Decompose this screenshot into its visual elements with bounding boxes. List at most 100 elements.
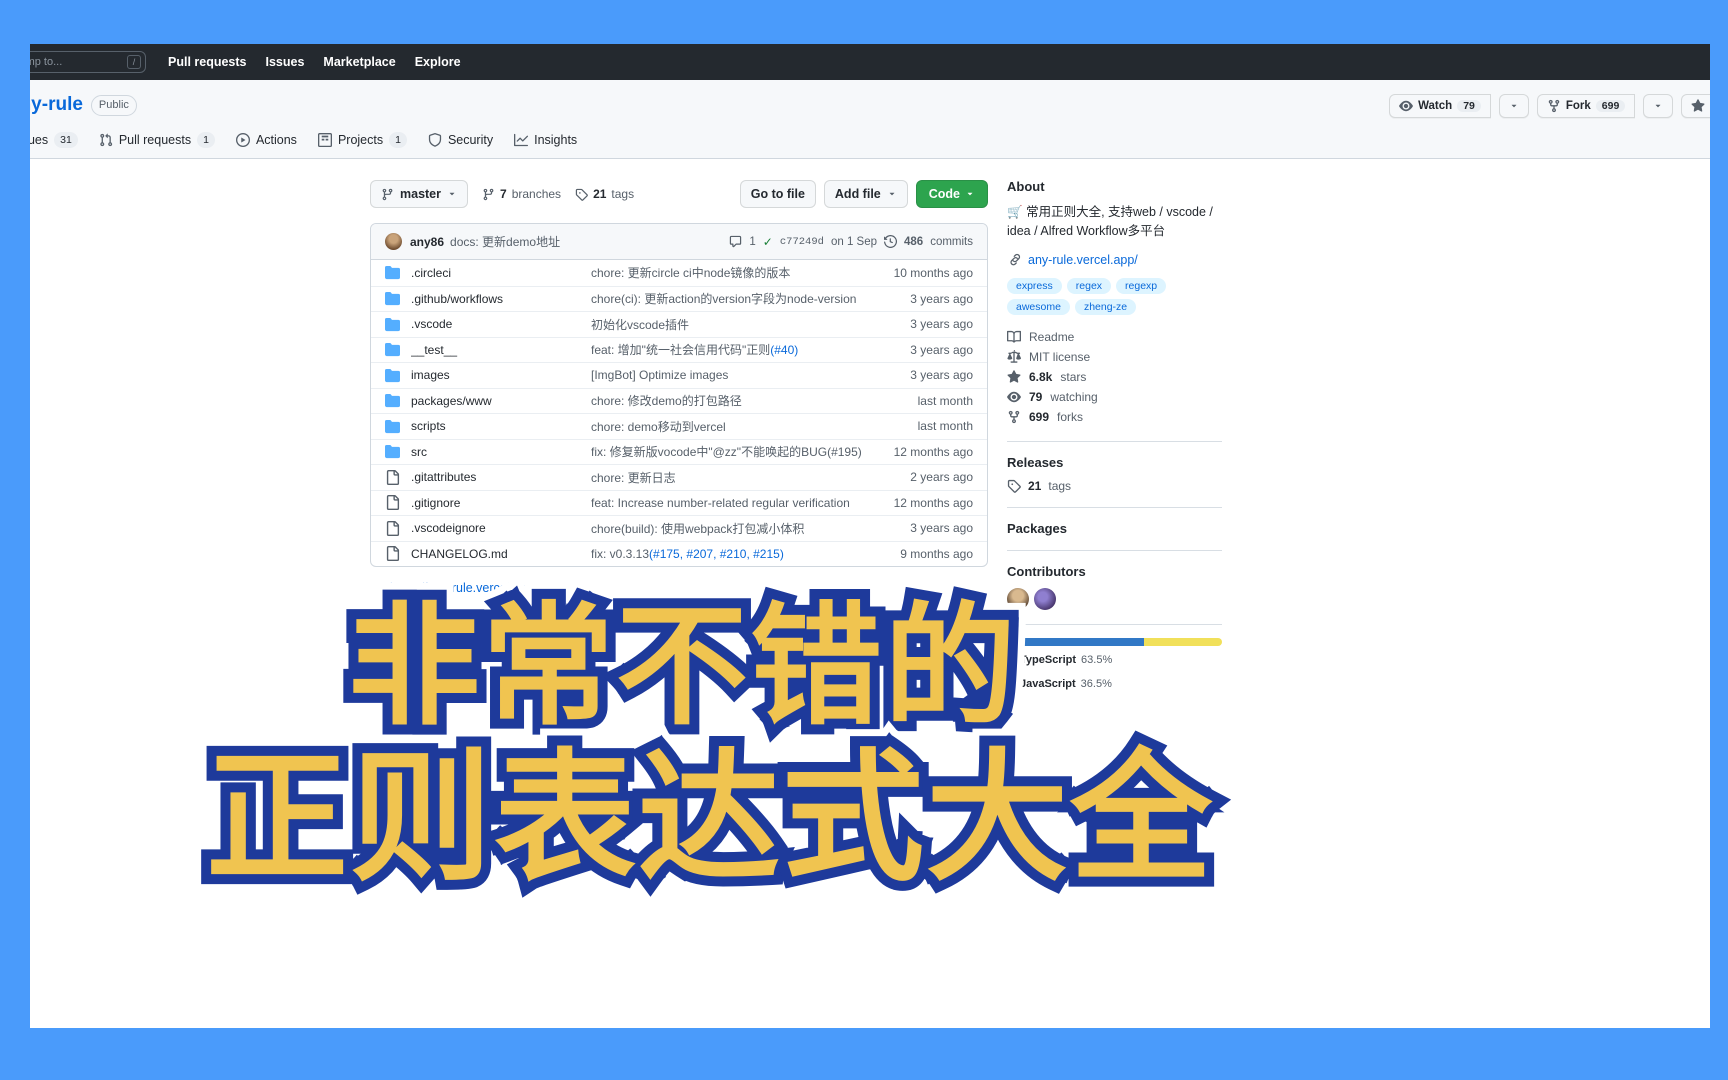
watch-dropdown-button[interactable] [1498, 94, 1529, 118]
table-row[interactable]: scripts chore: demo移动到vercel last month [371, 413, 987, 439]
about-meta-item[interactable]: 79 watching [1007, 387, 1222, 407]
avatar[interactable] [1034, 587, 1056, 610]
file-commit-message[interactable]: 初始化vscode插件 [591, 316, 877, 333]
file-issue-ref[interactable]: (#175, #207, #210, #215) [649, 547, 784, 561]
table-row[interactable]: .gitignore feat: Increase number-related … [371, 489, 987, 516]
table-row[interactable]: .vscodeignore chore(build): 使用webpack打包减小… [371, 515, 987, 541]
file-commit-message[interactable]: [ImgBot] Optimize images [591, 368, 877, 382]
about-meta-item[interactable]: 6.8k stars [1007, 367, 1222, 387]
file-commit-message[interactable]: feat: Increase number-related regular ve… [591, 496, 877, 510]
homepage-link[interactable]: any-rule.vercel.app/ [1007, 253, 1222, 267]
check-icon[interactable]: ✓ [763, 235, 773, 249]
add-file-button[interactable]: Add file [823, 180, 908, 208]
file-name[interactable]: .gitattributes [411, 470, 591, 484]
language-legend-item[interactable]: TypeScript 63.5% [1007, 654, 1112, 666]
about-meta-item[interactable]: MIT license [1007, 347, 1222, 367]
file-name[interactable]: packages/www [411, 394, 591, 408]
tag-icon [1007, 479, 1021, 493]
topic-tag[interactable]: regexp [1116, 277, 1167, 294]
file-issue-ref[interactable]: (#40) [770, 343, 798, 357]
table-row[interactable]: CHANGELOG.md fix: v0.3.13(#175, #207, #21… [371, 540, 987, 567]
tags-count-link[interactable]: 21 tags [575, 187, 634, 201]
commit-message[interactable]: docs: 更新demo地址 [450, 233, 560, 250]
table-icon [317, 133, 332, 147]
file-name[interactable]: .vscode [411, 317, 591, 331]
file-name[interactable]: .gitignore [411, 496, 591, 510]
tag-icon [575, 188, 588, 201]
tab-projects[interactable]: Projects 1 [310, 126, 415, 158]
tab-insights[interactable]: Insights [506, 126, 585, 158]
topic-tag[interactable]: regex [1066, 277, 1112, 294]
tab-projects-count: 1 [389, 132, 407, 148]
fork-button[interactable]: Fork 699 [1536, 94, 1636, 118]
table-row[interactable]: .vscode 初始化vscode插件 3 years ago [371, 311, 987, 337]
file-commit-message[interactable]: chore(ci): 更新action的version字段为node-versi… [591, 290, 877, 307]
commit-author[interactable]: any86 [410, 235, 444, 249]
fork-dropdown-button[interactable] [1643, 94, 1674, 118]
add-file-label: Add file [834, 187, 881, 201]
topic-tag[interactable]: express [1007, 277, 1062, 294]
file-name[interactable]: .circleci [411, 266, 591, 280]
repo-tabs: Issues 31 Pull requests 1 Actions Projec… [0, 126, 1728, 158]
avatar[interactable] [1007, 587, 1029, 610]
file-name[interactable]: .vscodeignore [411, 521, 591, 535]
divider [1007, 440, 1222, 442]
file-name[interactable]: __test__ [411, 343, 591, 357]
language-legend-item[interactable]: JavaScript 36.5% [1007, 678, 1112, 690]
table-row[interactable]: __test__ feat: 增加"统一社会信用代码"正则(#40) 3 years… [371, 336, 987, 363]
file-name[interactable]: .github/workflows [411, 292, 591, 306]
history-icon[interactable] [884, 235, 897, 248]
languages-bar [1007, 637, 1222, 646]
commit-sha[interactable]: c77249d [780, 236, 824, 248]
tab-security[interactable]: Security [420, 126, 501, 158]
branch-icon [381, 188, 394, 201]
file-name[interactable]: scripts [411, 419, 591, 433]
latest-commit-meta: 1 ✓ c77249d on 1 Sep 486 commits [729, 235, 973, 249]
table-row[interactable]: src fix: 修复新版vocode中"@zz"不能唤起的BUG(#195) 12… [371, 438, 987, 465]
folder-icon [385, 291, 401, 306]
topnav-pull-requests[interactable]: Pull requests [168, 55, 247, 69]
go-to-file-button[interactable]: Go to file [739, 180, 816, 208]
topic-list: express regex regexp awesome zheng-ze [1007, 277, 1222, 315]
table-row[interactable]: .gitattributes chore: 更新日志 2 years ago [371, 464, 987, 490]
file-commit-message[interactable]: chore(build): 使用webpack打包减小体积 [591, 520, 877, 537]
topnav-marketplace[interactable]: Marketplace [323, 55, 395, 69]
about-meta-item[interactable]: 699 forks [1007, 407, 1222, 427]
file-commit-message[interactable]: chore: 更新日志 [591, 469, 877, 486]
comment-icon[interactable] [729, 235, 742, 248]
language-bar-segment [1007, 637, 1144, 646]
topnav-explore[interactable]: Explore [415, 55, 461, 69]
branches-count-link[interactable]: 7 branches [482, 187, 561, 201]
table-row[interactable]: images [ImgBot] Optimize images 3 years ag… [371, 362, 987, 388]
code-button[interactable]: Code [915, 180, 988, 208]
video-frame-bottom [0, 1028, 1728, 1080]
file-commit-message[interactable]: chore: 更新circle ci中node镜像的版本 [591, 264, 877, 281]
branch-selector-button[interactable]: master [370, 180, 468, 208]
file-name[interactable]: src [411, 445, 591, 459]
watch-button[interactable]: Watch 79 [1389, 94, 1491, 118]
file-name[interactable]: CHANGELOG.md [411, 547, 591, 561]
file-commit-age: 2 years ago [910, 470, 973, 485]
table-row[interactable]: .github/workflows chore(ci): 更新action的ver… [371, 285, 987, 312]
readme-url-link[interactable]: https://any-rule.vercel.app/ [370, 581, 988, 595]
topnav-issues[interactable]: Issues [266, 55, 305, 69]
file-commit-message[interactable]: chore: demo移动到vercel [591, 418, 877, 435]
about-description: 🛒 常用正则大全, 支持web / vscode / idea / Alfred… [1007, 203, 1222, 242]
topic-tag[interactable]: awesome [1007, 298, 1070, 315]
file-icon [385, 469, 401, 485]
file-commit-message[interactable]: feat: 增加"统一社会信用代码"正则(#40) [591, 341, 877, 358]
tab-projects-label: Projects [337, 133, 384, 147]
file-name[interactable]: images [411, 368, 591, 382]
topic-tag[interactable]: zheng-ze [1074, 298, 1137, 315]
file-commit-message[interactable]: fix: 修复新版vocode中"@zz"不能唤起的BUG(#195) [591, 443, 877, 460]
table-row[interactable]: .circleci chore: 更新circle ci中node镜像的版本 10 … [371, 260, 987, 286]
divider [1007, 549, 1222, 551]
tab-pull-requests[interactable]: Pull requests 1 [91, 126, 223, 158]
table-row[interactable]: packages/www chore: 修改demo的打包路径 last month [371, 387, 987, 414]
tab-actions[interactable]: Actions [228, 126, 305, 158]
file-commit-message[interactable]: fix: v0.3.13(#175, #207, #210, #215) [591, 547, 877, 561]
releases-tags-link[interactable]: 21 tags [1007, 479, 1222, 493]
folder-icon [385, 265, 401, 280]
file-commit-message[interactable]: chore: 修改demo的打包路径 [591, 392, 877, 409]
about-meta-item[interactable]: Readme [1007, 327, 1222, 347]
